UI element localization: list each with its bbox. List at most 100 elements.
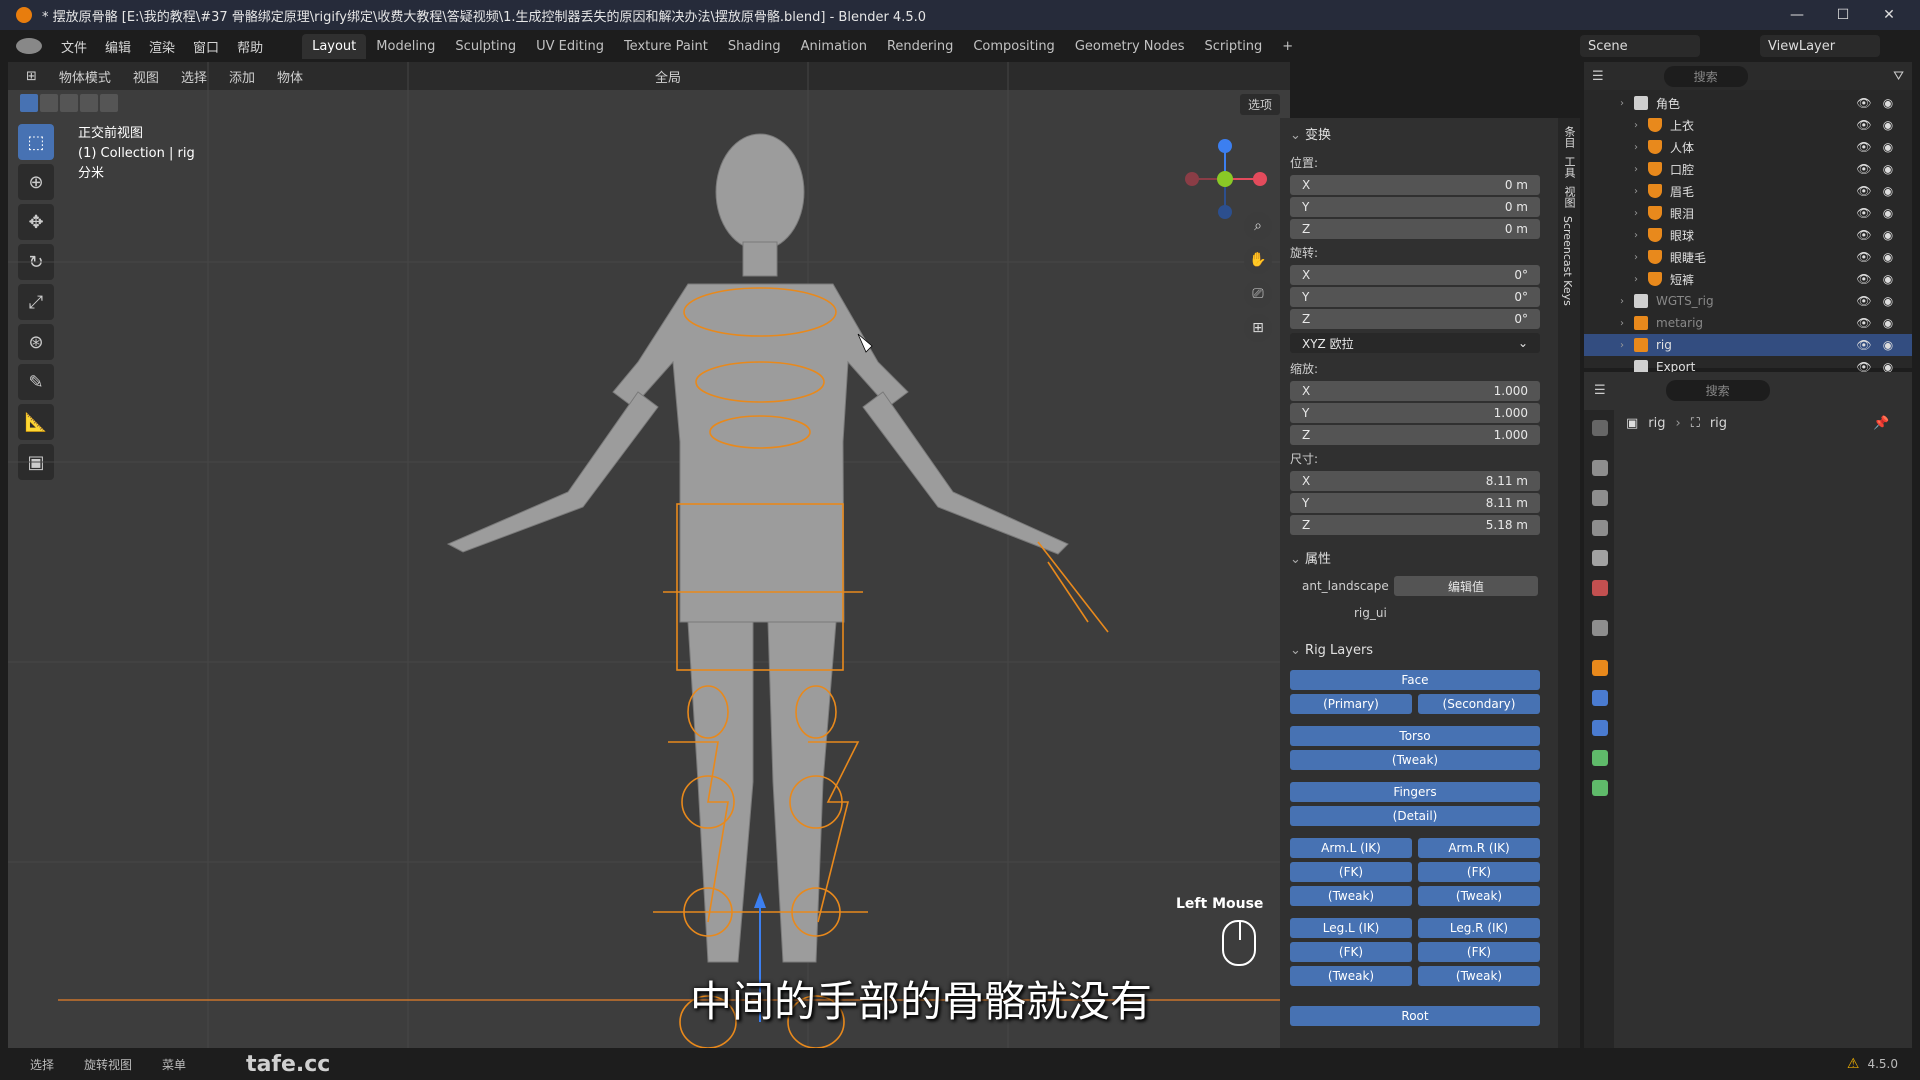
rig-layer-leg-r-tweak-button[interactable]: (Tweak) [1418, 966, 1540, 986]
blender-menu-icon[interactable] [16, 38, 42, 54]
close-button[interactable]: ✕ [1866, 0, 1912, 30]
rig-layer-arm-r-ik-button[interactable]: Arm.R (IK) [1418, 838, 1540, 858]
rig-layer-root-button[interactable]: Root [1290, 1006, 1540, 1026]
expand-arrow-icon[interactable]: › [1634, 186, 1638, 197]
tab-scripting[interactable]: Scripting [1194, 34, 1272, 59]
expand-arrow-icon[interactable]: › [1634, 208, 1638, 219]
render-visibility-icon[interactable]: ◉ [1882, 272, 1894, 286]
rig-layer-secondary-button[interactable]: (Secondary) [1418, 694, 1540, 714]
view-layer-selector[interactable]: ViewLayer [1760, 35, 1880, 57]
armature-data-tab-icon[interactable] [1592, 750, 1608, 766]
tab-animation[interactable]: Animation [791, 34, 877, 59]
rotation-z-field[interactable]: Z 0° [1290, 309, 1540, 329]
tab-view[interactable]: 视图 [1561, 186, 1577, 208]
rig-layer-leg-l-ik-button[interactable]: Leg.L (IK) [1290, 918, 1412, 938]
location-x-field[interactable]: X 0 m [1290, 175, 1540, 195]
tab-rendering[interactable]: Rendering [877, 34, 963, 59]
expand-arrow-icon[interactable]: › [1634, 164, 1638, 175]
rig-layer-primary-button[interactable]: (Primary) [1290, 694, 1412, 714]
outliner-row[interactable]: › 眼睫毛 👁 ◉ [1584, 246, 1912, 268]
rig-layer-fingers-detail-button[interactable]: (Detail) [1290, 806, 1540, 826]
rig-layer-torso-tweak-button[interactable]: (Tweak) [1290, 750, 1540, 770]
render-visibility-icon[interactable]: ◉ [1882, 294, 1894, 308]
rotation-mode-dropdown[interactable]: XYZ 欧拉 ⌄ [1290, 333, 1540, 353]
3d-viewport[interactable]: ⊞ 物体模式 视图 选择 添加 物体 全局 选项 正交前视图 (1) Colle… [8, 62, 1290, 1048]
view-layer-icon[interactable] [1592, 520, 1608, 536]
expand-arrow-icon[interactable]: › [1634, 120, 1638, 131]
rig-layer-arm-l-fk-button[interactable]: (FK) [1290, 862, 1412, 882]
navigation-gizmo[interactable] [1180, 134, 1270, 224]
render-visibility-icon[interactable]: ◉ [1882, 118, 1894, 132]
properties-search-input[interactable]: 搜索 [1665, 379, 1770, 401]
tab-item[interactable]: 条目 [1561, 126, 1577, 148]
tab-sculpting[interactable]: Sculpting [445, 34, 526, 59]
rig-layer-arm-l-ik-button[interactable]: Arm.L (IK) [1290, 838, 1412, 858]
menu-window[interactable]: 窗口 [184, 37, 228, 56]
scene-selector[interactable]: Scene [1580, 35, 1700, 57]
outliner-row[interactable]: › 上衣 👁 ◉ [1584, 114, 1912, 136]
rotation-y-field[interactable]: Y 0° [1290, 287, 1540, 307]
breadcrumb-object[interactable]: rig [1648, 416, 1665, 431]
outliner-row[interactable]: › metarig 👁 ◉ [1584, 312, 1912, 334]
expand-arrow-icon[interactable]: › [1634, 252, 1638, 263]
outliner-row[interactable]: › 眼泪 👁 ◉ [1584, 202, 1912, 224]
tab-compositing[interactable]: Compositing [963, 34, 1065, 59]
tab-texture-paint[interactable]: Texture Paint [614, 34, 718, 59]
physics-icon[interactable] [1592, 690, 1608, 706]
rig-layer-leg-r-fk-button[interactable]: (FK) [1418, 942, 1540, 962]
visibility-eye-icon[interactable]: 👁 [1856, 338, 1871, 352]
outliner-display-mode-icon[interactable]: ☰ [1592, 69, 1604, 84]
visibility-eye-icon[interactable]: 👁 [1856, 206, 1871, 220]
scale-y-field[interactable]: Y 1.000 [1290, 403, 1540, 423]
rotation-x-field[interactable]: X 0° [1290, 265, 1540, 285]
expand-arrow-icon[interactable]: › [1634, 230, 1638, 241]
expand-arrow-icon[interactable]: › [1620, 296, 1624, 307]
visibility-eye-icon[interactable]: 👁 [1856, 250, 1871, 264]
tab-modeling[interactable]: Modeling [366, 34, 445, 59]
object-properties-icon[interactable] [1592, 660, 1608, 676]
camera-view-icon[interactable]: ⎚ [1244, 280, 1272, 308]
outliner-row[interactable]: › 口腔 👁 ◉ [1584, 158, 1912, 180]
tab-layout[interactable]: Layout [302, 33, 367, 59]
expand-arrow-icon[interactable]: › [1620, 340, 1624, 351]
properties-editor-type-icon[interactable]: ☰ [1594, 383, 1606, 398]
constraints-icon[interactable] [1592, 720, 1608, 736]
scene-icon[interactable] [1592, 550, 1608, 566]
render-visibility-icon[interactable]: ◉ [1882, 162, 1894, 176]
scene-canvas[interactable] [8, 62, 1290, 1048]
pan-hand-icon[interactable]: ✋ [1244, 246, 1272, 274]
outliner-row[interactable]: › 眼球 👁 ◉ [1584, 224, 1912, 246]
visibility-eye-icon[interactable]: 👁 [1856, 184, 1871, 198]
dimensions-z-field[interactable]: Z 5.18 m [1290, 515, 1540, 535]
expand-arrow-icon[interactable]: › [1634, 274, 1638, 285]
visibility-eye-icon[interactable]: 👁 [1856, 118, 1871, 132]
tab-geometry-nodes[interactable]: Geometry Nodes [1065, 34, 1195, 59]
rig-layer-arm-l-tweak-button[interactable]: (Tweak) [1290, 886, 1412, 906]
rig-layer-leg-l-fk-button[interactable]: (FK) [1290, 942, 1412, 962]
maximize-button[interactable]: ☐ [1820, 0, 1866, 30]
outliner-row[interactable]: › WGTS_rig 👁 ◉ [1584, 290, 1912, 312]
world-icon[interactable] [1592, 580, 1608, 596]
minimize-button[interactable]: — [1774, 0, 1820, 30]
render-visibility-icon[interactable]: ◉ [1882, 316, 1894, 330]
render-visibility-icon[interactable]: ◉ [1882, 140, 1894, 154]
outliner-row[interactable]: › 人体 👁 ◉ [1584, 136, 1912, 158]
dimensions-y-field[interactable]: Y 8.11 m [1290, 493, 1540, 513]
visibility-eye-icon[interactable]: 👁 [1856, 96, 1871, 110]
outliner-row[interactable]: › 眉毛 👁 ◉ [1584, 180, 1912, 202]
filter-icon[interactable]: ⛛ [1893, 69, 1904, 84]
edit-value-button[interactable]: 编辑值 [1394, 576, 1538, 596]
scale-z-field[interactable]: Z 1.000 [1290, 425, 1540, 445]
expand-arrow-icon[interactable]: › [1620, 98, 1624, 109]
menu-file[interactable]: 文件 [52, 37, 96, 56]
rig-layer-torso-button[interactable]: Torso [1290, 726, 1540, 746]
visibility-eye-icon[interactable]: 👁 [1856, 228, 1871, 242]
menu-edit[interactable]: 编辑 [96, 37, 140, 56]
render-visibility-icon[interactable]: ◉ [1882, 338, 1894, 352]
dimensions-x-field[interactable]: X 8.11 m [1290, 471, 1540, 491]
render-icon[interactable] [1592, 460, 1608, 476]
scale-x-field[interactable]: X 1.000 [1290, 381, 1540, 401]
breadcrumb-data[interactable]: rig [1710, 416, 1727, 431]
tab-uv-editing[interactable]: UV Editing [526, 34, 614, 59]
tab-shading[interactable]: Shading [718, 34, 791, 59]
